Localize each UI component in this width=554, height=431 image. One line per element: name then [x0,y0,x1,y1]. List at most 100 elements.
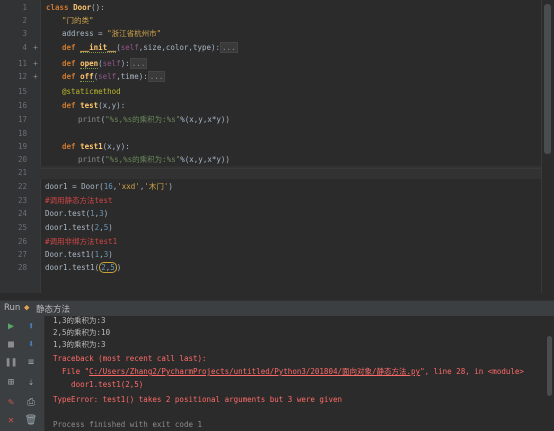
line-number: 15 [17,87,27,96]
code-text: address [62,29,94,38]
scrollbar-thumb[interactable] [544,4,551,154]
keyword: def [62,142,76,151]
code-line: @staticmethod [62,85,542,98]
line-number: 17 [17,115,27,124]
rerun-icon[interactable]: ⊞ [4,376,18,390]
fold-expand-icon[interactable]: + [33,72,39,82]
traceback-code-line: door1.test1(2,5) [53,380,144,389]
code-text: ,size,color,type): [138,43,221,52]
code-line: def __init__(self,size,color,type):... [62,41,542,54]
code-line: def open(self):... [62,57,542,70]
folded-code[interactable]: ... [129,58,148,69]
print-icon[interactable]: ⎙ [24,396,38,410]
traceback-header: Traceback (most recent call last): [53,354,207,363]
scroll-to-end-icon[interactable]: ⇣ [24,376,38,390]
line-number: 1 [22,3,27,12]
fold-expand-icon[interactable]: + [33,43,39,53]
process-finished-message: Process finished with exit code 1 [53,420,203,429]
traceback-file-link[interactable]: C:/Users/Zhang2/PycharmProjects/untitled… [89,367,420,376]
code-text: ) [108,223,113,232]
code-line: def test(x,y): [62,99,542,112]
code-text: (x,y): [98,101,126,110]
string-literal: "%s,%s的乘积为:%s" [105,155,181,164]
line-number-gutter: 1 2 3 4 11 12 15 16 17 18 19 20 21 22 23… [0,0,41,293]
code-line: Door.test1(1,3) [45,248,542,261]
line-number: 28 [17,263,27,272]
code-line: address = "浙江省杭州市" [62,27,542,40]
string-literal: '木门' [144,182,169,191]
line-number: 21 [17,168,27,177]
traceback-file-line: File "C:/Users/Zhang2/PycharmProjects/un… [53,366,524,377]
self-param: self [98,72,117,81]
code-comment: #调用静态方法test [45,196,113,205]
line-number: 22 [17,182,27,191]
code-text: door1.test( [45,223,95,232]
run-console[interactable]: 1,3的乘积为:3 2,5的乘积为:10 1,3的乘积为:3 Traceback… [45,316,554,431]
string-literal: "浙江省杭州市" [107,29,162,38]
code-text: (x,y): [102,142,130,151]
line-number: 11 [17,59,27,68]
code-text: ) [108,250,113,259]
close-icon[interactable]: ✕ [4,414,18,428]
pin-icon[interactable]: ✎ [4,396,18,410]
function-name: open [80,59,99,69]
pause-icon[interactable]: ❚❚ [4,356,18,370]
line-number: 27 [17,250,27,259]
line-number: 19 [17,142,27,151]
code-text: %(x,y,x*y)) [180,115,230,124]
code-text: door1.test1( [45,263,100,272]
line-number: 25 [17,223,27,232]
run-toolbar: ▶ ⬆ ■ ⬇ ❚❚ ≡ ⊞ ⇣ ✎ ⎙ 🗑 ✕ [0,316,45,431]
traceback-text: File " [53,367,90,376]
run-config-tab[interactable]: 静态方法 [36,303,70,315]
code-text: %(x,y,x*y)) [180,155,230,164]
builtin-function: print [78,155,101,164]
run-icon[interactable]: ▶ [4,320,18,334]
line-number: 26 [17,237,27,246]
code-line: door1 = Door(16,'xxd','木门') [45,180,542,193]
docstring: "门的类" [62,16,94,25]
console-output-line: 1,3的乘积为:3 [53,340,106,349]
editor-scrollbar[interactable] [541,0,554,293]
code-area[interactable]: class Door(): "门的类" address = "浙江省杭州市" d… [40,0,542,293]
code-line: def off(self,time):... [62,70,542,83]
self-param: self [120,43,139,52]
code-line: #调用非绑方法test1 [45,235,542,248]
code-text: ,time): [116,72,148,81]
scrollbar-thumb[interactable] [547,336,552,396]
code-editor[interactable]: 1 2 3 4 11 12 15 16 17 18 19 20 21 22 23… [0,0,554,293]
string-literal: 'xxd' [117,182,140,191]
string-literal: "%s,%s的乘积为:%s" [105,115,181,124]
keyword: class [46,3,69,12]
keyword: def [62,43,76,52]
code-text: door1 = Door( [45,182,104,191]
folded-code[interactable]: ... [220,42,238,53]
keyword: def [62,72,76,81]
stop-icon[interactable]: ■ [4,338,18,352]
down-arrow-icon[interactable]: ⬇ [24,338,38,352]
up-arrow-icon[interactable]: ⬆ [24,320,38,334]
python-file-icon: ◆ [24,303,30,313]
trash-icon[interactable]: 🗑 [24,414,38,428]
class-name: Door [73,3,92,12]
self-param: self [102,59,121,68]
code-text: ) [168,182,173,191]
code-text: Door.test( [45,209,91,218]
console-output-line: 2,5的乘积为:10 [53,328,111,337]
code-line: class Door(): [46,1,542,14]
code-line: door1.test(2,5) [45,221,542,234]
console-output-line: 1,3的乘积为:3 [53,316,106,325]
run-label[interactable]: Run [4,303,20,313]
function-name: test [80,101,99,110]
fold-expand-icon[interactable]: + [33,59,39,69]
soft-wrap-icon[interactable]: ≡ [24,356,38,370]
function-name: __init__ [80,43,117,53]
code-line: print("%s,%s的乘积为:%s"%(x,y,x*y)) [78,153,542,166]
line-number: 24 [17,209,27,218]
folded-code[interactable]: ... [147,71,166,82]
code-line: door1.test1(2,5) [45,261,542,274]
code-text: (): [91,3,105,12]
console-scrollbar[interactable] [546,316,554,431]
method-separator [40,168,542,169]
keyword: def [62,101,76,110]
